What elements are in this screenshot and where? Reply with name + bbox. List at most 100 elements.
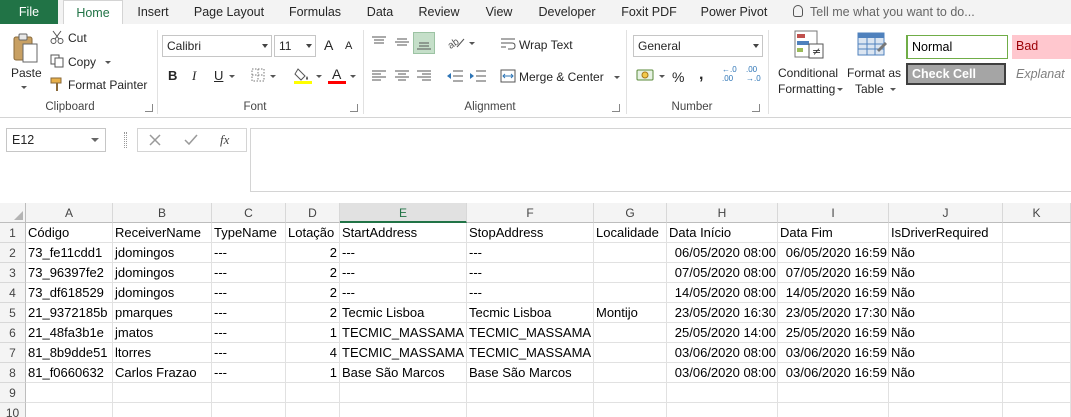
format-as-table-line1[interactable]: Format as xyxy=(847,66,901,80)
cell-g9[interactable] xyxy=(594,383,667,403)
merge-dropdown-icon[interactable] xyxy=(614,76,620,79)
shrink-font-button[interactable]: A xyxy=(345,40,352,52)
cell-g8[interactable] xyxy=(594,363,667,383)
wrap-text-button[interactable]: Wrap Text xyxy=(519,38,573,52)
cell-g2[interactable] xyxy=(594,243,667,263)
style-explanatory[interactable]: Explanat xyxy=(1012,63,1071,87)
cell-f5[interactable]: Tecmic Lisboa xyxy=(467,303,594,323)
cell-g5[interactable]: Montijo xyxy=(594,303,667,323)
cell-k8[interactable] xyxy=(1003,363,1071,383)
formula-input[interactable] xyxy=(250,128,1071,192)
alignment-launcher-icon[interactable] xyxy=(612,104,620,112)
cell-b1[interactable]: ReceiverName xyxy=(113,223,212,243)
format-painter-button[interactable]: Format Painter xyxy=(68,78,147,92)
cell-d10[interactable] xyxy=(286,403,340,417)
underline-button[interactable]: U xyxy=(214,68,223,83)
paste-icon[interactable] xyxy=(11,32,39,64)
comma-style-button[interactable]: , xyxy=(699,66,703,84)
enter-check-icon[interactable] xyxy=(184,134,198,149)
increase-indent-icon[interactable] xyxy=(469,69,487,86)
conditional-formatting-line1[interactable]: Conditional xyxy=(778,66,838,80)
cell-d1[interactable]: Lotação xyxy=(286,223,340,243)
percent-style-button[interactable]: % xyxy=(672,69,684,85)
merge-center-icon[interactable] xyxy=(500,69,516,86)
cell-c8[interactable]: --- xyxy=(212,363,286,383)
clipboard-launcher-icon[interactable] xyxy=(145,104,153,112)
row-header-9[interactable]: 9 xyxy=(0,383,26,403)
cell-e3[interactable]: --- xyxy=(340,263,467,283)
tell-me-search[interactable]: Tell me what you want to do... xyxy=(793,0,975,24)
cell-j3[interactable]: Não xyxy=(889,263,1003,283)
cell-f9[interactable] xyxy=(467,383,594,403)
cell-j6[interactable]: Não xyxy=(889,323,1003,343)
cell-k4[interactable] xyxy=(1003,283,1071,303)
cell-i5[interactable]: 23/05/2020 17:30 xyxy=(778,303,889,323)
column-header-g[interactable]: G xyxy=(594,203,667,223)
orientation-dropdown-icon[interactable] xyxy=(469,42,475,45)
cell-i4[interactable]: 14/05/2020 16:59 xyxy=(778,283,889,303)
cell-k7[interactable] xyxy=(1003,343,1071,363)
cell-i3[interactable]: 07/05/2020 16:59 xyxy=(778,263,889,283)
cell-h10[interactable] xyxy=(667,403,778,417)
cell-f10[interactable] xyxy=(467,403,594,417)
increase-decimal-button[interactable]: ←.0 .00 xyxy=(722,65,740,83)
number-format-select[interactable]: General xyxy=(633,35,763,57)
cell-d6[interactable]: 1 xyxy=(286,323,340,343)
cell-b9[interactable] xyxy=(113,383,212,403)
row-header-3[interactable]: 3 xyxy=(0,263,26,283)
cell-e9[interactable] xyxy=(340,383,467,403)
cell-e4[interactable]: --- xyxy=(340,283,467,303)
italic-button[interactable]: I xyxy=(192,68,196,84)
orientation-icon[interactable]: ab xyxy=(446,34,466,53)
cell-e2[interactable]: --- xyxy=(340,243,467,263)
style-normal[interactable]: Normal xyxy=(906,35,1008,59)
cell-i1[interactable]: Data Fim xyxy=(778,223,889,243)
cell-k9[interactable] xyxy=(1003,383,1071,403)
cell-f3[interactable]: --- xyxy=(467,263,594,283)
fill-color-dropdown-icon[interactable] xyxy=(316,75,322,78)
cell-a6[interactable]: 21_48fa3b1e xyxy=(26,323,113,343)
column-header-a[interactable]: A xyxy=(26,203,113,223)
row-header-10[interactable]: 10 xyxy=(0,403,26,417)
cell-j8[interactable]: Não xyxy=(889,363,1003,383)
cell-b2[interactable]: jdomingos xyxy=(113,243,212,263)
cell-b6[interactable]: jmatos xyxy=(113,323,212,343)
cell-j1[interactable]: IsDriverRequired xyxy=(889,223,1003,243)
row-header-8[interactable]: 8 xyxy=(0,363,26,383)
style-bad[interactable]: Bad xyxy=(1012,35,1071,59)
format-as-table-icon[interactable] xyxy=(857,30,887,63)
column-header-b[interactable]: B xyxy=(113,203,212,223)
cell-k3[interactable] xyxy=(1003,263,1071,283)
cell-j10[interactable] xyxy=(889,403,1003,417)
cell-d3[interactable]: 2 xyxy=(286,263,340,283)
cancel-icon[interactable] xyxy=(149,134,161,149)
fill-color-icon[interactable] xyxy=(294,66,312,87)
tab-file[interactable]: File xyxy=(0,0,58,24)
cell-h5[interactable]: 23/05/2020 16:30 xyxy=(667,303,778,323)
tab-page-layout[interactable]: Page Layout xyxy=(184,0,274,24)
cell-f6[interactable]: TECMIC_MASSAMA xyxy=(467,323,594,343)
cell-a5[interactable]: 21_9372185b xyxy=(26,303,113,323)
borders-icon[interactable] xyxy=(251,68,265,85)
column-header-h[interactable]: H xyxy=(667,203,778,223)
cell-c4[interactable]: --- xyxy=(212,283,286,303)
decrease-indent-icon[interactable] xyxy=(446,69,464,86)
tab-data[interactable]: Data xyxy=(357,0,403,24)
number-launcher-icon[interactable] xyxy=(752,104,760,112)
cell-h4[interactable]: 14/05/2020 08:00 xyxy=(667,283,778,303)
wrap-text-icon[interactable] xyxy=(500,37,516,54)
cell-h9[interactable] xyxy=(667,383,778,403)
align-right-icon[interactable] xyxy=(416,69,432,86)
conditional-formatting-line2[interactable]: Formatting xyxy=(778,82,835,96)
cell-k5[interactable] xyxy=(1003,303,1071,323)
paste-button[interactable]: Paste xyxy=(11,66,42,80)
cell-c10[interactable] xyxy=(212,403,286,417)
align-bottom-icon[interactable] xyxy=(413,32,435,54)
cell-b10[interactable] xyxy=(113,403,212,417)
copy-button[interactable]: Copy xyxy=(68,55,96,69)
paste-dropdown-icon[interactable] xyxy=(21,86,27,89)
row-header-2[interactable]: 2 xyxy=(0,243,26,263)
tab-foxit-pdf[interactable]: Foxit PDF xyxy=(612,0,686,24)
cell-f4[interactable]: --- xyxy=(467,283,594,303)
grow-font-button[interactable]: A xyxy=(324,37,333,53)
